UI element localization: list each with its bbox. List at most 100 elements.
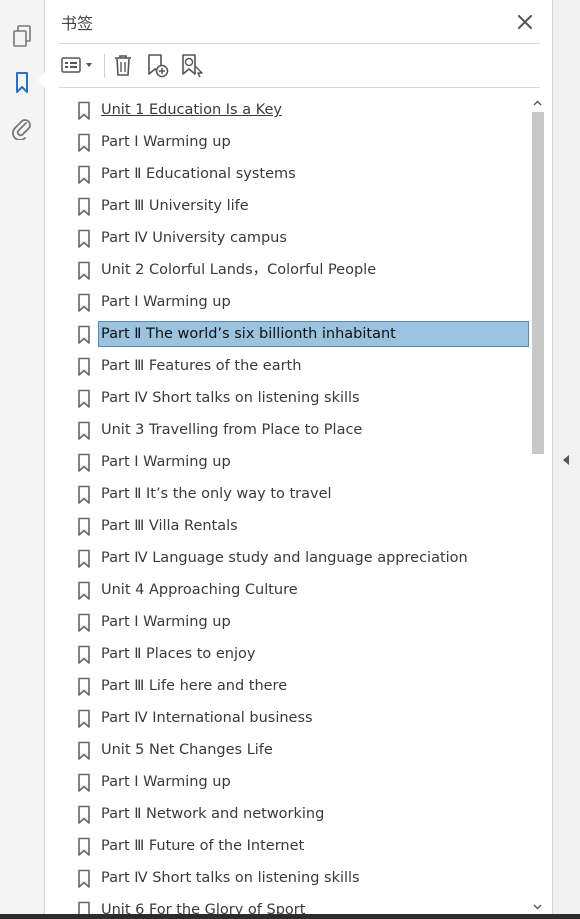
bookmark-label: Part Ⅱ Network and networking — [101, 806, 325, 822]
bookmark-icon — [78, 741, 90, 760]
close-icon[interactable] — [513, 10, 537, 34]
bookmark-icon — [78, 517, 90, 536]
panel-title: 书签 — [61, 14, 94, 33]
bookmark-icon — [78, 421, 90, 440]
bookmark-label: Part Ⅲ Life here and there — [101, 678, 288, 694]
bookmark-icon — [78, 389, 90, 408]
bookmark-label: Part Ⅳ Short talks on listening skills — [101, 870, 360, 886]
bookmark-item[interactable]: Part Ⅳ University campus — [59, 223, 530, 253]
bookmark-item[interactable]: Unit 4 Approaching Culture — [59, 575, 530, 605]
bookmark-item[interactable]: Part Ⅲ University life — [59, 191, 530, 221]
bookmark-icon — [78, 197, 90, 216]
bookmark-icon — [78, 837, 90, 856]
trash-icon[interactable] — [111, 50, 135, 80]
pages-icon[interactable] — [8, 22, 36, 50]
bookmark-icon — [78, 869, 90, 888]
bookmark-icon — [78, 613, 90, 632]
bookmark-item[interactable]: Part Ⅳ Language study and language appre… — [59, 543, 530, 573]
bookmark-icon — [78, 485, 90, 504]
bookmark-label: Part Ⅱ The world’s six billionth inhabit… — [98, 321, 529, 347]
bookmark-item[interactable]: Unit 1 Education Is a Key — [59, 95, 530, 125]
bookmark-item[interactable]: Part Ⅲ Life here and there — [59, 671, 530, 701]
bookmark-label: Part Ⅲ Future of the Internet — [101, 838, 305, 854]
bookmark-item[interactable]: Unit 5 Net Changes Life — [59, 735, 530, 765]
bookmark-label: Unit 4 Approaching Culture — [101, 582, 298, 598]
bookmark-item[interactable]: Part Ⅰ Warming up — [59, 287, 530, 317]
find-bookmark-icon[interactable] — [177, 50, 205, 80]
bookmark-label: Part Ⅰ Warming up — [101, 134, 231, 150]
toolbar-divider — [104, 54, 105, 78]
bookmark-icon — [78, 165, 90, 184]
navigation-rail — [0, 0, 45, 919]
bookmark-item[interactable]: Part Ⅱ It’s the only way to travel — [59, 479, 530, 509]
bookmark-item[interactable]: Part Ⅲ Villa Rentals — [59, 511, 530, 541]
bookmark-item[interactable]: Part Ⅳ International business — [59, 703, 530, 733]
bookmark-icon[interactable] — [8, 69, 36, 97]
document-pane-edge — [552, 0, 580, 919]
bookmark-item[interactable]: Part Ⅲ Features of the earth — [59, 351, 530, 381]
bookmark-icon — [78, 773, 90, 792]
bookmark-item[interactable]: Part Ⅰ Warming up — [59, 607, 530, 637]
bookmark-label: Unit 3 Travelling from Place to Place — [101, 422, 363, 438]
bookmark-label: Part Ⅱ Educational systems — [101, 166, 296, 182]
bookmark-item[interactable]: Part Ⅱ The world’s six billionth inhabit… — [59, 319, 530, 349]
scroll-down-icon[interactable] — [530, 899, 545, 914]
bookmark-label: Part Ⅰ Warming up — [101, 774, 231, 790]
bookmark-label: Part Ⅳ International business — [101, 710, 313, 726]
bookmark-item[interactable]: Unit 3 Travelling from Place to Place — [59, 415, 530, 445]
bookmarks-panel: 书签 Unit 1 Education Is a Key Part Ⅰ Warm… — [45, 0, 558, 919]
bookmark-item[interactable]: Part Ⅲ Future of the Internet — [59, 831, 530, 861]
window-bottom-edge — [0, 914, 580, 919]
bookmark-icon — [78, 677, 90, 696]
bookmark-label: Part Ⅳ Language study and language appre… — [101, 550, 468, 566]
bookmark-item[interactable]: Part Ⅰ Warming up — [59, 127, 530, 157]
bookmark-icon — [78, 645, 90, 664]
bookmark-label: Unit 1 Education Is a Key — [101, 102, 282, 118]
bookmark-item[interactable]: Part Ⅰ Warming up — [59, 447, 530, 477]
bookmark-icon — [78, 581, 90, 600]
bookmark-icon — [78, 261, 90, 280]
divider — [59, 87, 540, 88]
bookmark-label: Part Ⅰ Warming up — [101, 454, 231, 470]
new-bookmark-icon[interactable] — [143, 50, 171, 80]
bookmark-item[interactable]: Part Ⅳ Short talks on listening skills — [59, 863, 530, 893]
bookmark-icon — [78, 549, 90, 568]
bookmark-icon — [78, 229, 90, 248]
bookmark-icon — [78, 805, 90, 824]
bookmark-label: Part Ⅳ University campus — [101, 230, 287, 246]
paperclip-icon[interactable] — [8, 114, 36, 142]
bookmark-label: Unit 2 Colorful Lands，Colorful People — [101, 262, 377, 278]
bookmark-label: Part Ⅰ Warming up — [101, 614, 231, 630]
scrollbar[interactable] — [530, 95, 545, 914]
collapse-panel-icon[interactable] — [559, 450, 573, 470]
bookmark-icon — [78, 133, 90, 152]
bookmark-label: Unit 5 Net Changes Life — [101, 742, 273, 758]
bookmark-label: Part Ⅱ Places to enjoy — [101, 646, 256, 662]
bookmark-item[interactable]: Unit 2 Colorful Lands，Colorful People — [59, 255, 530, 285]
bookmark-item[interactable]: Part Ⅱ Network and networking — [59, 799, 530, 829]
bookmark-label: Part Ⅱ It’s the only way to travel — [101, 486, 332, 502]
bookmark-icon — [78, 901, 90, 914]
bookmark-item[interactable]: Part Ⅱ Educational systems — [59, 159, 530, 189]
options-menu-icon[interactable] — [61, 50, 97, 80]
bookmark-label: Part Ⅲ Villa Rentals — [101, 518, 238, 534]
bookmark-label: Part Ⅳ Short talks on listening skills — [101, 390, 360, 406]
bookmark-item[interactable]: Unit 6 For the Glory of Sport — [59, 895, 530, 914]
scroll-up-icon[interactable] — [530, 95, 545, 110]
bookmark-list: Unit 1 Education Is a Key Part Ⅰ Warming … — [59, 95, 530, 914]
bookmark-item[interactable]: Part Ⅰ Warming up — [59, 767, 530, 797]
bookmark-label: Part Ⅲ University life — [101, 198, 249, 214]
bookmark-label: Unit 6 For the Glory of Sport — [101, 902, 306, 914]
bookmark-icon — [78, 293, 90, 312]
bookmark-label: Part Ⅰ Warming up — [101, 294, 231, 310]
bookmark-icon — [78, 325, 90, 344]
bookmark-item[interactable]: Part Ⅳ Short talks on listening skills — [59, 383, 530, 413]
scroll-thumb[interactable] — [532, 112, 544, 454]
bookmark-item[interactable]: Part Ⅱ Places to enjoy — [59, 639, 530, 669]
divider — [59, 43, 540, 44]
active-panel-caret — [38, 72, 45, 88]
bookmark-icon — [78, 357, 90, 376]
bookmark-icon — [78, 101, 90, 120]
bookmark-icon — [78, 709, 90, 728]
bookmark-label: Part Ⅲ Features of the earth — [101, 358, 302, 374]
